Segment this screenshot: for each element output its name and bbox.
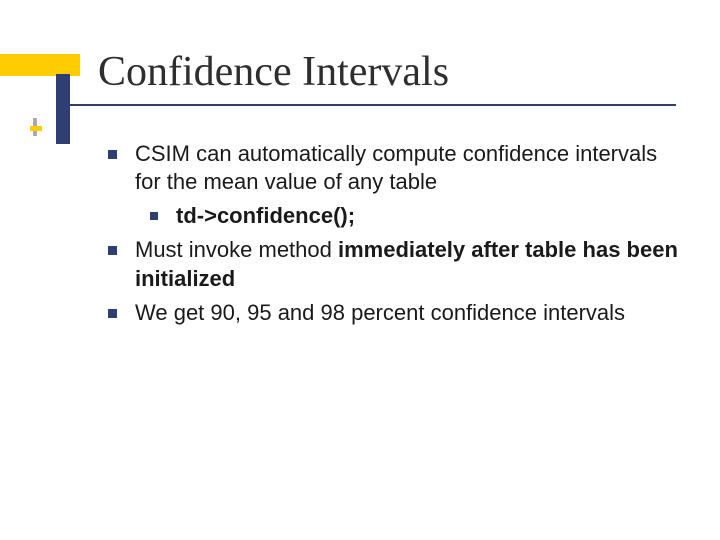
slide-title: Confidence Intervals (98, 48, 449, 96)
title-underline (56, 104, 676, 106)
bullet-text-1a: td->confidence(); (176, 202, 678, 230)
content-area: CSIM can automatically compute confidenc… (108, 140, 678, 333)
accent-bar-yellow (0, 54, 80, 76)
bullet-item-1: CSIM can automatically compute confidenc… (108, 140, 678, 196)
bullet-text-2-pre: Must invoke method (135, 237, 338, 262)
title-block: Confidence Intervals (0, 54, 720, 118)
bullet-square-icon (150, 212, 158, 220)
bullet-item-1a: td->confidence(); (150, 202, 678, 230)
bullet-square-icon (108, 150, 117, 159)
accent-bar-blue (56, 74, 70, 144)
side-decor-yellow (30, 126, 42, 131)
side-decor (30, 118, 52, 136)
bullet-square-icon (108, 246, 117, 255)
bullet-item-2: Must invoke method immediately after tab… (108, 236, 678, 292)
bullet-text-1: CSIM can automatically compute confidenc… (135, 140, 678, 196)
bullet-text-2: Must invoke method immediately after tab… (135, 236, 678, 292)
bullet-text-3: We get 90, 95 and 98 percent confidence … (135, 299, 678, 327)
slide: Confidence Intervals CSIM can automatica… (0, 0, 720, 540)
bullet-item-3: We get 90, 95 and 98 percent confidence … (108, 299, 678, 327)
bullet-square-icon (108, 309, 117, 318)
